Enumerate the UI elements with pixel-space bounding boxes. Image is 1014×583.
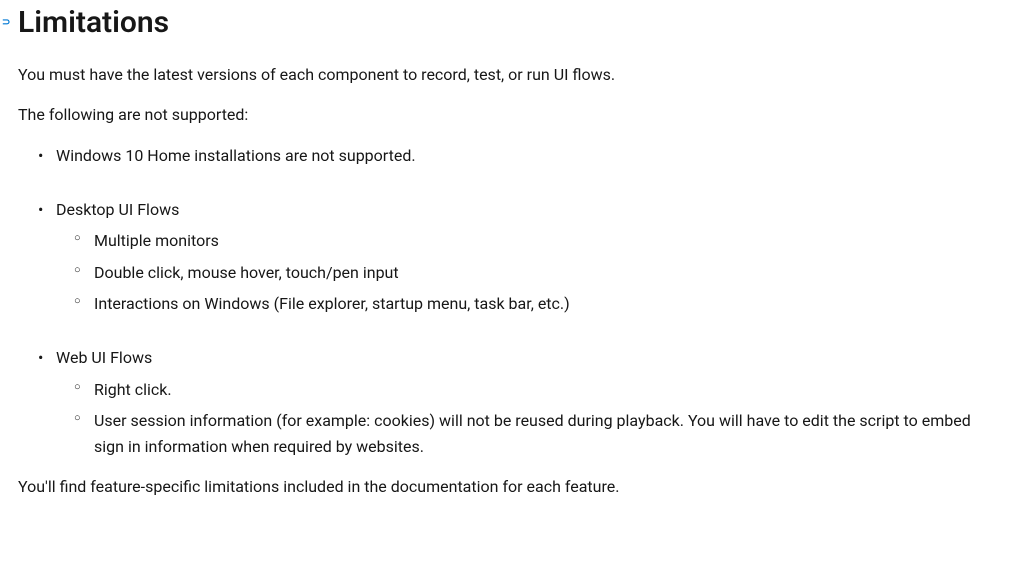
sub-list: Multiple monitors Double click, mouse ho…	[56, 228, 996, 317]
list-item-text: Windows 10 Home installations are not su…	[56, 146, 416, 165]
list-item-text: Web UI Flows	[56, 348, 152, 367]
heading-text: Limitations	[18, 5, 169, 40]
sub-list-item: Multiple monitors	[94, 228, 996, 254]
sub-list-item: Interactions on Windows (File explorer, …	[94, 291, 996, 317]
sub-list: Right click. User session information (f…	[56, 377, 996, 460]
list-item: Windows 10 Home installations are not su…	[56, 143, 996, 169]
list-item: Web UI Flows Right click. User session i…	[56, 345, 996, 459]
section-heading: ⊃ Limitations	[18, 0, 996, 45]
sub-list-item: Double click, mouse hover, touch/pen inp…	[94, 260, 996, 286]
outro-paragraph: You'll find feature-specific limitations…	[18, 475, 996, 499]
sub-list-item: Right click.	[94, 377, 996, 403]
sub-list-item: User session information (for example: c…	[94, 408, 996, 459]
list-item: Desktop UI Flows Multiple monitors Doubl…	[56, 197, 996, 317]
anchor-icon: ⊃	[2, 18, 10, 28]
list-item-text: Desktop UI Flows	[56, 200, 179, 219]
limitations-list: Windows 10 Home installations are not su…	[18, 143, 996, 459]
not-supported-paragraph: The following are not supported:	[18, 103, 996, 127]
intro-paragraph: You must have the latest versions of eac…	[18, 63, 996, 87]
